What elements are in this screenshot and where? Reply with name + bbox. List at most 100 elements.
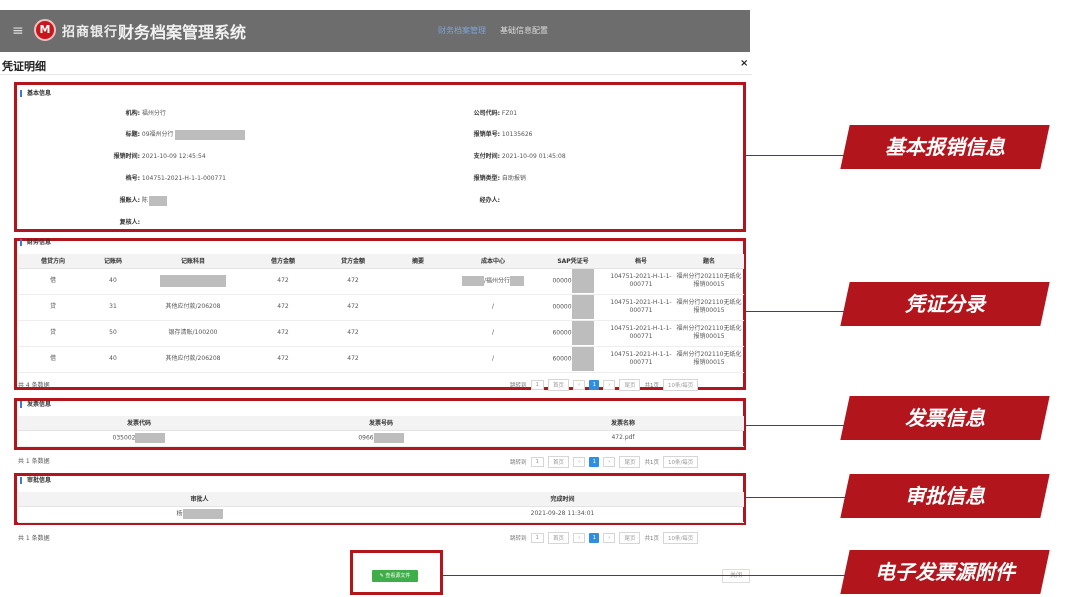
field-reporter: 报账人: 陈 [90, 195, 167, 206]
nav-basic-config[interactable]: 基础信息配置 [500, 25, 548, 36]
prev-page-button[interactable]: ‹ [573, 457, 586, 467]
connector-line [443, 575, 845, 576]
masked-text [571, 347, 594, 371]
first-page-button[interactable]: 首页 [548, 379, 570, 391]
field-title: 标题: 09福州分行 [90, 129, 245, 140]
connector-line [746, 311, 846, 312]
masked-text [135, 433, 166, 443]
table-header-row: 发票代码 发票号码 发票名称 [18, 416, 744, 431]
table-header-row: 审批人 完成时间 [18, 492, 744, 507]
col-header: 贷方金额 [318, 254, 388, 269]
col-header: 发票名称 [502, 416, 744, 431]
field-org: 机构: 福州分行 [125, 110, 166, 117]
masked-text [510, 276, 525, 286]
finance-info-title: 财务信息 [20, 239, 51, 246]
current-page-button[interactable]: 1 [589, 380, 600, 390]
approval-table: 审批人 完成时间 杨 2021-09-28 11:34:01 [18, 492, 744, 523]
approval-pagination: 跳转到 1 首页 ‹ 1 › 尾页 共1页 10条/每页 [510, 532, 699, 544]
entries-pagination: 跳转到 1 首页 ‹ 1 › 尾页 共1页 10条/每页 [510, 379, 699, 391]
invoice-file-link[interactable]: 472.pdf [502, 430, 744, 447]
col-header: 记账码 [88, 254, 138, 269]
col-header: 借贷方向 [18, 254, 88, 269]
col-header: 发票号码 [260, 416, 502, 431]
field-reimburse-time: 报销时间: 2021-10-09 12:45:54 [113, 153, 206, 160]
approval-info-title: 审批信息 [20, 477, 51, 484]
close-icon[interactable]: × [740, 58, 748, 69]
field-archive-no: 档号: 104751-2021-H-1-1-000771 [125, 175, 226, 182]
masked-text [461, 276, 484, 286]
table-row: 035002 0966 472.pdf [18, 430, 744, 447]
col-header: 发票代码 [18, 416, 260, 431]
col-header: 借方金额 [248, 254, 318, 269]
next-page-button[interactable]: › [603, 380, 616, 390]
current-page-button[interactable]: 1 [589, 533, 600, 543]
field-pay-time: 支付时间: 2021-10-09 01:45:08 [473, 153, 566, 160]
invoice-pagination: 跳转到 1 首页 ‹ 1 › 尾页 共1页 10条/每页 [510, 456, 699, 468]
app-header: ≡ M 招商银行 财务档案管理系统 财务档案管理 基础信息配置 [0, 10, 750, 52]
masked-text [160, 275, 226, 287]
masked-text [571, 295, 594, 319]
view-source-file-button[interactable]: ✎ 查看源文件 [372, 570, 418, 582]
masked-text [571, 269, 594, 293]
masked-text [174, 129, 245, 140]
menu-icon[interactable]: ≡ [12, 23, 24, 39]
voucher-entries-table: 借贷方向 记账码 记账科目 借方金额 贷方金额 摘要 成本中心 SAP凭证号 档… [18, 254, 744, 373]
col-header: SAP凭证号 [538, 254, 608, 269]
approval-count: 共 1 条数据 [18, 535, 50, 542]
table-header-row: 借贷方向 记账码 记账科目 借方金额 贷方金额 摘要 成本中心 SAP凭证号 档… [18, 254, 744, 269]
field-handler: 经办人: [479, 197, 500, 204]
table-row: 借 40 其他应付款/206208 472 472 / 60000 104751… [18, 346, 744, 373]
page-jump-input[interactable]: 1 [530, 533, 545, 543]
current-page-button[interactable]: 1 [589, 457, 600, 467]
page-jump-input[interactable]: 1 [530, 457, 545, 467]
bank-name: 招商银行 [62, 25, 119, 40]
connector-line [746, 155, 846, 156]
last-page-button[interactable]: 尾页 [619, 532, 641, 544]
table-row: 借 40 472 472 /福州分行 00000 104751-2021-H-1… [18, 268, 744, 295]
connector-line [746, 425, 846, 426]
field-reimburse-type: 报销类型: 自助报销 [473, 175, 526, 182]
col-header: 完成时间 [381, 492, 744, 507]
callout-approval-info: 审批信息 [840, 474, 1050, 518]
masked-text [182, 509, 223, 519]
masked-text [571, 321, 594, 345]
col-header: 审批人 [18, 492, 381, 507]
page-size-select[interactable]: 10条/每页 [662, 379, 699, 391]
last-page-button[interactable]: 尾页 [619, 456, 641, 468]
field-reviewer: 复核人: [119, 219, 140, 226]
basic-info-title: 基本信息 [20, 90, 51, 97]
invoice-info-title: 发票信息 [20, 401, 51, 408]
invoice-table: 发票代码 发票号码 发票名称 035002 0966 472.pdf [18, 416, 744, 447]
table-row: 贷 31 其他应付款/206208 472 472 / 00000 104751… [18, 294, 744, 321]
last-page-button[interactable]: 尾页 [619, 379, 641, 391]
first-page-button[interactable]: 首页 [548, 456, 570, 468]
col-header: 记账科目 [138, 254, 248, 269]
callout-voucher-entries: 凭证分录 [840, 282, 1050, 326]
system-name: 财务档案管理系统 [118, 23, 247, 42]
masked-text [148, 195, 167, 206]
callout-basic-reimbursement: 基本报销信息 [840, 125, 1050, 169]
connector-line [746, 497, 846, 498]
callout-invoice-info: 发票信息 [840, 396, 1050, 440]
prev-page-button[interactable]: ‹ [573, 533, 586, 543]
first-page-button[interactable]: 首页 [548, 532, 570, 544]
modal-title: 凭证明细 [2, 60, 46, 73]
bank-logo-icon: M [34, 19, 56, 41]
next-page-button[interactable]: › [603, 457, 616, 467]
page-size-select[interactable]: 10条/每页 [662, 532, 699, 544]
next-page-button[interactable]: › [603, 533, 616, 543]
page-size-select[interactable]: 10条/每页 [662, 456, 699, 468]
col-header: 摘要 [388, 254, 448, 269]
close-button[interactable]: 关闭 [722, 569, 750, 583]
divider [0, 74, 752, 75]
field-reimburse-no: 报销单号: 10135626 [473, 131, 533, 138]
page-jump-input[interactable]: 1 [530, 380, 545, 390]
callout-e-invoice-attachment: 电子发票源附件 [840, 550, 1050, 594]
nav-archive-management[interactable]: 财务档案管理 [438, 25, 486, 36]
prev-page-button[interactable]: ‹ [573, 380, 586, 390]
col-header: 档号 [608, 254, 674, 269]
masked-text [373, 433, 404, 443]
col-header: 题名 [674, 254, 744, 269]
entries-count: 共 4 条数据 [18, 382, 50, 389]
invoice-count: 共 1 条数据 [18, 458, 50, 465]
